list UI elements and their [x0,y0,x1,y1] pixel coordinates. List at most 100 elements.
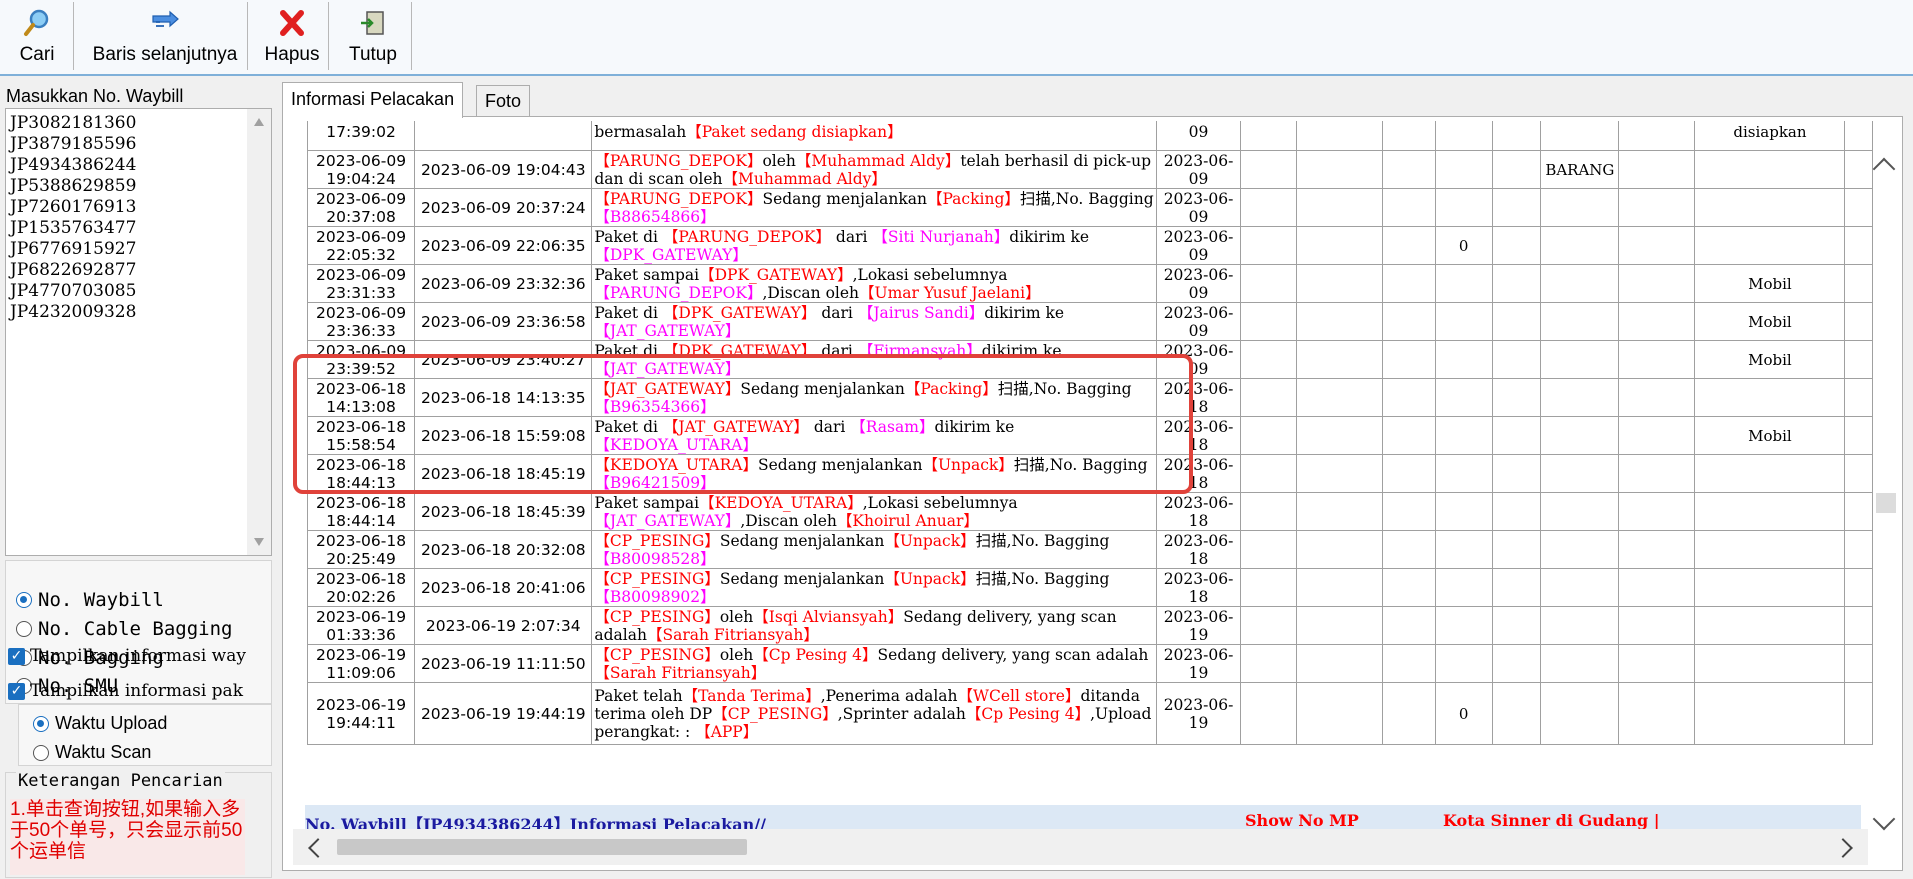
radio-icon[interactable] [33,744,49,761]
upload-time-cell: 2023-06-09 23:40:27 [414,340,593,379]
scroll-thumb[interactable] [1876,493,1896,513]
radio-waktu-upload[interactable]: Waktu Upload [33,713,167,734]
waybill-input[interactable]: JP3082181360 JP3879185596 JP4934386244 J… [5,108,272,556]
vertical-scrollbar[interactable] [1870,131,1900,831]
extra-cell [1694,226,1846,265]
extra-cell [1694,530,1846,569]
extra-cell [1296,454,1384,493]
scroll-right-icon[interactable] [1833,838,1853,858]
cari-button[interactable]: Cari [14,2,60,70]
radio-no-cable-bagging[interactable]: No. Cable Bagging [16,618,232,640]
extra-cell [1296,302,1384,341]
extra-cell [1540,188,1620,227]
table-row[interactable]: 2023-06-18 15:58:54 2023-06-18 15:59:08 Pak… [306,416,1873,455]
table-row[interactable]: 2023-06-09 19:04:24 2023-06-09 19:04:43 【PA… [306,150,1873,189]
radio-selected-icon[interactable] [33,715,49,732]
checkbox-show-waybill-info[interactable]: ✓ Tampilkan informasi way [8,646,273,666]
scan-time: 17:39:02 [326,122,396,141]
table-row[interactable]: 2023-06-18 14:13:08 2023-06-18 14:13:35 【JA… [306,378,1873,417]
radio-icon[interactable] [16,621,32,637]
extra-cell [1382,568,1436,607]
description-segment: dari [816,303,858,322]
baris-selanjutnya-button[interactable]: Baris selanjutnya [90,2,240,70]
table-row[interactable]: 2023-06-09 20:37:08 2023-06-09 20:37:24 【PA… [306,188,1873,227]
date-cell: 2023-06- 18 [1156,568,1241,607]
date-line: 2023-06- [1163,265,1234,284]
scan-time: 20:37:08 [326,207,396,226]
table-row[interactable]: 2023-06-09 23:39:52 2023-06-09 23:40:27 Pak… [306,340,1873,379]
radio-label: Waktu Upload [55,713,168,733]
extra-cell [1382,530,1436,569]
left-panel: Masukkan No. Waybill JP3082181360 JP3879… [0,76,276,879]
date-cell: 09 [1156,121,1241,151]
toolbar-separator [247,2,248,70]
radio-waktu-scan[interactable]: Waktu Scan [33,742,151,763]
tab-informasi-pelacakan[interactable]: Informasi Pelacakan [282,82,464,118]
waybill-line: JP7260176913 [10,197,137,217]
extra-cell [1694,492,1846,531]
table-row[interactable]: 2023-06-09 22:05:32 2023-06-09 22:06:35 Pak… [306,226,1873,265]
scroll-left-icon[interactable] [308,838,328,858]
table-row[interactable]: 2023-06-09 23:36:33 2023-06-09 23:36:58 Pak… [306,302,1873,341]
table-row[interactable]: 2023-06-19 11:09:06 2023-06-19 11:11:50 【CP… [306,644,1873,683]
description-cell: Paket telah【Tanda Terima】,Penerima adala… [591,682,1158,745]
hapus-button[interactable]: Hapus [262,2,322,70]
waybill-scrollbar[interactable] [247,109,271,555]
extra-cell [1434,644,1493,683]
table-row[interactable]: 2023-06-19 01:33:36 2023-06-19 2:07:34 【CP_… [306,606,1873,645]
extra-cell [1382,226,1436,265]
extra-cell [1296,340,1384,379]
scan-date: 2023-06-09 [316,265,407,284]
table-row[interactable]: 2023-06-18 20:25:49 2023-06-18 20:32:08 【CP… [306,530,1873,569]
scroll-thumb[interactable] [337,839,747,855]
description-segment: 【DPK_GATEWAY】 [594,245,748,264]
extra-cell [1296,226,1384,265]
waybill-line: JP3879185596 [10,134,137,154]
description-segment: 【Khoirul Anuar】 [836,511,979,530]
checkbox-show-package-info[interactable]: ✓ Tampilkan informasi pak [8,681,273,701]
checkbox-checked-icon[interactable]: ✓ [8,682,25,700]
date-line: 19 [1188,625,1209,644]
date-cell: 2023-06- 09 [1156,340,1241,379]
description-segment: oleh [719,645,754,664]
extra-cell [1491,226,1542,265]
radio-selected-icon[interactable] [16,592,32,608]
extra-cell [1239,226,1298,265]
tab-foto[interactable]: Foto [476,85,531,116]
radio-no-waybill[interactable]: No. Waybill [16,589,164,611]
description-segment: ,Lokasi sebelumnya [852,265,1008,284]
extra-cell [1239,302,1298,341]
scan-date: 2023-06-19 [316,645,407,664]
horizontal-scrollbar[interactable] [293,829,1868,865]
extra-cell [1618,188,1696,227]
date-line: 09 [1188,122,1209,141]
scroll-down-icon[interactable] [1872,807,1896,831]
description-segment: 【B80098902】 [594,587,716,606]
checkbox-checked-icon[interactable]: ✓ [8,647,25,665]
description-segment: 【KEDOYA_UTARA】 [699,493,863,512]
description-segment: 【JAT_GATEWAY】 [662,417,809,436]
table-row[interactable]: 2023-06-18 18:44:13 2023-06-18 18:45:19 【KE… [306,454,1873,493]
scroll-down-icon[interactable] [254,538,264,546]
tutup-button[interactable]: Tutup [342,2,404,70]
extra-cell [1540,606,1620,645]
extra-cell [1844,302,1873,341]
table-row[interactable]: 2023-06-18 20:02:26 2023-06-18 20:41:06 【CP… [306,568,1873,607]
date-line: 2023-06- [1163,695,1234,714]
upload-time-cell: 2023-06-19 11:11:50 [414,644,593,683]
scroll-up-icon[interactable] [1872,157,1896,181]
table-row[interactable]: 2023-06-18 18:44:14 2023-06-18 18:45:39 Pak… [306,492,1873,531]
scan-time-cell: 2023-06-09 19:04:24 [306,150,416,189]
extra-cell [1296,150,1384,189]
table-row[interactable]: 17:39:02 bermasalah【Paket sedang disiapka… [306,121,1873,151]
scroll-up-icon[interactable] [254,118,264,126]
table-row[interactable]: 2023-06-19 19:44:11 2023-06-19 19:44:19 Pak… [306,682,1873,745]
date-cell: 2023-06- 18 [1156,454,1241,493]
table-row[interactable]: 2023-06-09 23:31:33 2023-06-09 23:32:36 Pak… [306,264,1873,303]
extra-cell [1540,682,1620,745]
description-cell: 【CP_PESING】Sedang menjalankan【Unpack】扫描,… [591,568,1158,607]
extra-cell: Mobil [1694,340,1846,379]
waybill-list[interactable]: JP3082181360 JP3879185596 JP4934386244 J… [10,113,136,323]
extra-cell [1382,416,1436,455]
waybill-caption: Masukkan No. Waybill [6,86,184,106]
